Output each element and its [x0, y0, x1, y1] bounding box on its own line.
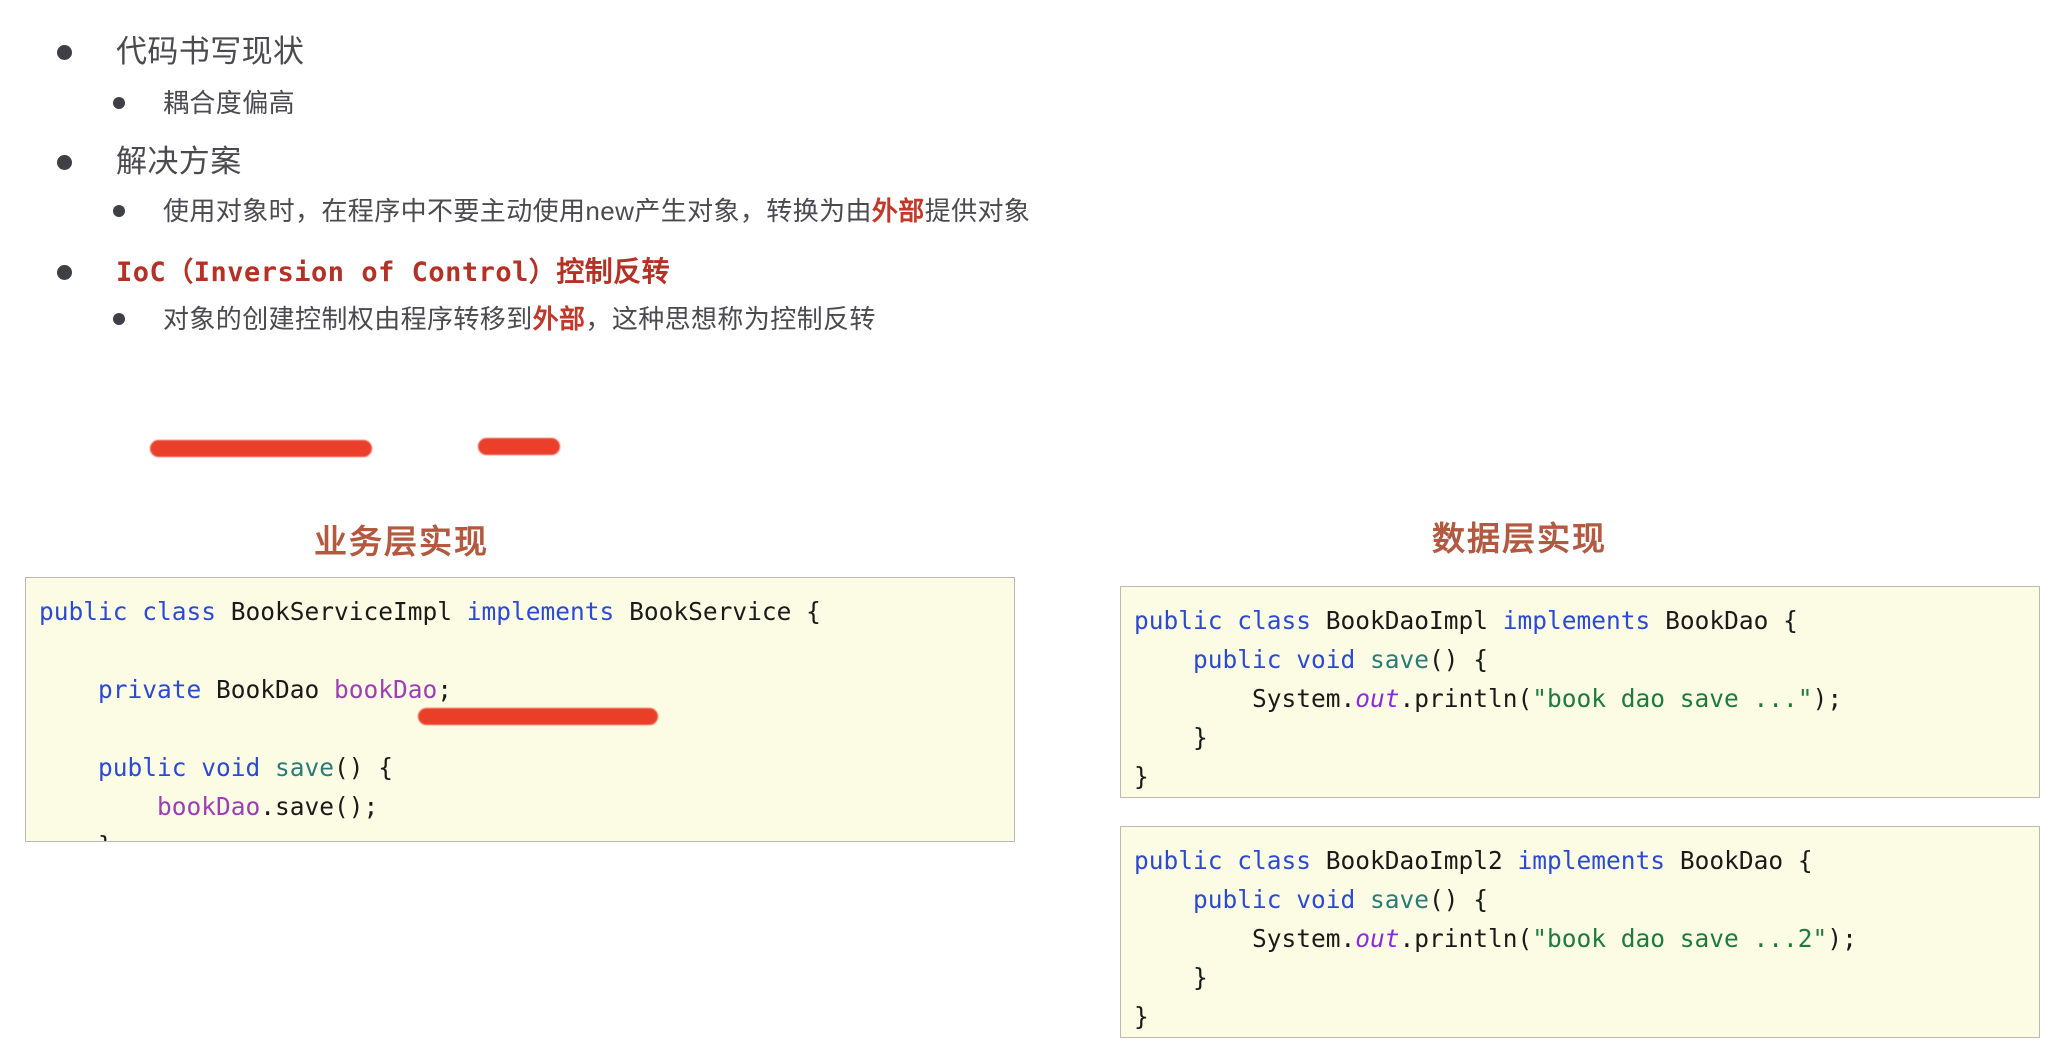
code-token-type: BookDaoImpl2: [1325, 846, 1518, 875]
code-token-pl: );: [1827, 924, 1857, 953]
ioc-cjk-text: 控制反转: [556, 256, 670, 287]
outline-item-l2: 耦合度偏高: [113, 82, 295, 124]
code-token-stat: out: [1355, 684, 1400, 713]
red-highlight-mark: [478, 438, 560, 455]
code-token-kw: implements: [1517, 846, 1680, 875]
code-token-kw: implements: [1502, 606, 1666, 635]
highlighted-term: 外部: [871, 196, 925, 226]
outline-item-label: 对象的创建控制权由程序转移到外部，这种思想称为控制反转: [163, 298, 876, 340]
code-token-pl: () {: [1429, 645, 1489, 674]
outline-item-l1: 代码书写现状: [57, 27, 304, 77]
code-line: }: [1134, 997, 2025, 1036]
code-line: public class BookDaoImpl2 implements Boo…: [1134, 841, 2025, 880]
outline-item-label: IoC（Inversion of Control）控制反转: [116, 247, 670, 298]
code-token-type: BookService {: [629, 597, 821, 626]
service-layer-title: 业务层实现: [314, 523, 489, 560]
code-token-str: "book dao save ...": [1532, 684, 1813, 713]
outline-item-label: 使用对象时，在程序中不要主动使用new产生对象，转换为由外部提供对象: [163, 190, 1030, 232]
code-line: }: [1134, 958, 2025, 997]
code-token-fld: bookDao: [334, 675, 438, 704]
code-token-kw: public: [39, 597, 143, 626]
code-token-kw: public: [39, 753, 202, 782]
outline-item-label: 耦合度偏高: [163, 88, 296, 118]
text-prefix: 对象的创建控制权由程序转移到: [163, 304, 533, 334]
code-line: }: [1134, 718, 2025, 757]
code-token-kw: public: [1134, 846, 1238, 875]
outline-item-label: 解决方案: [116, 144, 242, 179]
code-line: bookDao.save();: [39, 787, 1000, 826]
code-token-pl: () {: [334, 753, 394, 782]
code-token-pl: System.: [1134, 684, 1356, 713]
code-token-pl: }: [1134, 1002, 1149, 1031]
text-suffix: 提供对象: [924, 196, 1031, 226]
code-token-pl: }: [39, 831, 113, 841]
code-line: public void save() {: [1134, 880, 2025, 919]
outline-item-l1: 解决方案: [57, 137, 242, 187]
code-token-type: BookDaoImpl: [1325, 606, 1503, 635]
code-block-bookdaoimpl: public class BookDaoImpl implements Book…: [1120, 586, 2040, 798]
highlighted-term: 外部: [532, 304, 586, 334]
outline-item-label: 代码书写现状: [116, 34, 305, 69]
text-prefix: 使用对象时，在程序中不要主动使用new产生对象，转换为由: [163, 196, 872, 226]
code-token-kw: implements: [466, 597, 630, 626]
red-highlight-mark: [150, 440, 372, 457]
bullet-dot-icon: [113, 313, 125, 325]
code-token-kw: public: [1134, 645, 1297, 674]
code-token-pl: () {: [1429, 885, 1489, 914]
code-token-type: BookDao {: [1665, 606, 1798, 635]
ioc-latin-text: IoC（Inversion of Control）: [116, 257, 557, 288]
code-line: }: [1134, 757, 2025, 796]
data-layer-title: 数据层实现: [1432, 520, 1607, 557]
code-token-kw: class: [1237, 846, 1326, 875]
code-block-bookdaoimpl2: public class BookDaoImpl2 implements Boo…: [1120, 826, 2040, 1038]
code-token-pl: .println(: [1399, 924, 1533, 953]
code-line: public void save() {: [1134, 640, 2025, 679]
bullet-dot-icon: [57, 155, 72, 170]
code-token-kw: public: [1134, 606, 1238, 635]
code-token-fld: bookDao: [39, 792, 261, 821]
code-token-pl: );: [1812, 684, 1843, 713]
code-token-pl: ;: [437, 675, 453, 704]
code-token-kw: void: [1296, 885, 1371, 914]
text-suffix: ，这种思想称为控制反转: [585, 304, 876, 334]
code-token-pl: .println(: [1399, 684, 1533, 713]
code-token-pl: }: [1134, 762, 1149, 791]
outline-item-l1: IoC（Inversion of Control）控制反转: [57, 247, 670, 298]
code-token-mth: save: [1370, 885, 1430, 914]
code-line: public class BookServiceImpl implements …: [39, 592, 1000, 631]
code-token-kw: public: [1134, 885, 1297, 914]
code-token-kw: void: [1296, 645, 1371, 674]
code-line: System.out.println("book dao save ...");: [1134, 679, 2025, 718]
code-token-pl: System.: [1134, 924, 1356, 953]
code-line: }: [39, 826, 1000, 841]
outline-item-l2: 对象的创建控制权由程序转移到外部，这种思想称为控制反转: [113, 298, 876, 340]
code-token-mth: save: [1370, 645, 1430, 674]
code-token-pl: }: [1134, 723, 1208, 752]
code-token-kw: class: [1237, 606, 1326, 635]
bullet-dot-icon: [113, 205, 125, 217]
bullet-dot-icon: [57, 265, 72, 280]
code-token-mth: save: [275, 753, 335, 782]
code-token-pl: .save();: [260, 792, 379, 821]
code-token-type: BookDao {: [1679, 846, 1813, 875]
code-line: public class BookDaoImpl implements Book…: [1134, 601, 2025, 640]
code-line: private BookDao bookDao;: [39, 670, 1000, 709]
outline-item-l2: 使用对象时，在程序中不要主动使用new产生对象，转换为由外部提供对象: [113, 190, 1030, 232]
code-token-kw: private: [39, 675, 217, 704]
code-token-type: BookServiceImpl: [230, 597, 467, 626]
bullet-dot-icon: [57, 45, 72, 60]
red-highlight-mark: [418, 708, 658, 725]
code-token-kw: void: [201, 753, 276, 782]
code-token-stat: out: [1355, 924, 1400, 953]
code-token-kw: class: [142, 597, 231, 626]
code-line: public void save() {: [39, 748, 1000, 787]
code-token-type: BookDao: [216, 675, 335, 704]
code-token-str: "book dao save ...2": [1532, 924, 1828, 953]
code-token-pl: }: [1134, 963, 1208, 992]
code-line: System.out.println("book dao save ...2")…: [1134, 919, 2025, 958]
bullet-dot-icon: [113, 97, 125, 109]
